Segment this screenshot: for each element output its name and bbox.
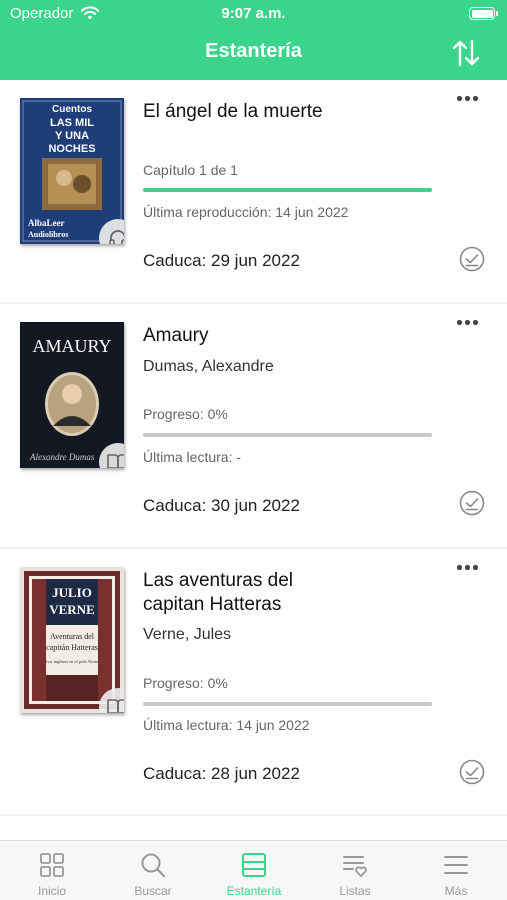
list-bottom [0,816,507,840]
expiry-label: Caduca: 30 jun 2022 [143,496,300,515]
menu-icon [444,856,468,874]
tab-label: Listas [339,884,371,898]
tab-buscar[interactable]: Buscar [103,841,203,900]
progress-bar [143,188,432,192]
cover-text: Audiolibros [28,230,68,239]
tab-label: Más [444,884,468,898]
cover-text: LAS MIL [50,117,94,129]
tab-bar: Inicio Buscar Estantería Listas Más [0,840,507,900]
book-author: Dumas, Alexandre [143,358,274,375]
book-card[interactable]: JULIO VERNE Aventuras del capitán Hatter… [0,549,507,814]
more-options-icon[interactable] [457,96,479,104]
tab-label: Estantería [226,884,282,898]
book-cover[interactable]: JULIO VERNE Aventuras del capitán Hatter… [20,567,124,713]
tab-inicio[interactable]: Inicio [2,841,102,900]
expiry-label: Caduca: 28 jun 2022 [143,764,300,783]
cover-text: NOCHES [48,143,95,155]
book-cover[interactable]: Cuentos LAS MIL Y UNA NOCHES AlbaLeer Au… [20,98,124,244]
book-card[interactable]: AMAURY Alexandre Dumas Amaury Dumas, Ale… [0,304,507,547]
sort-arrows-icon[interactable] [451,38,481,68]
tab-label: Buscar [134,884,172,898]
list-heart-icon [343,856,367,877]
more-options-icon[interactable] [457,320,479,328]
tab-mas[interactable]: Más [406,841,506,900]
cover-text: Y UNA [55,130,89,142]
search-icon [141,853,166,878]
progress-label: Progreso: 0% [143,406,228,422]
progress-bar [143,702,432,706]
page-title: Estantería [205,40,302,62]
book-cover[interactable]: AMAURY Alexandre Dumas [20,322,124,468]
book-title[interactable]: Las aventuras del capitan Hatteras [143,569,333,617]
battery-icon [469,7,498,20]
last-read-label: Última lectura: 14 jun 2022 [143,717,310,733]
cover-text: Alexandre Dumas [29,452,95,462]
book-title[interactable]: Amaury [143,324,443,348]
book-author: Verne, Jules [143,626,232,643]
progress-label: Capítulo 1 de 1 [143,162,238,178]
app-header: Operador 9:07 a.m. Estantería [0,0,507,80]
grid-icon [40,853,64,877]
tab-estanteria[interactable]: Estantería [204,841,304,900]
clock: 9:07 a.m. [221,5,286,22]
return-check-icon[interactable] [459,490,485,516]
return-check-icon[interactable] [459,759,485,785]
status-bar: Operador 9:07 a.m. [0,0,507,28]
progress-label: Progreso: 0% [143,675,228,691]
expiry-label: Caduca: 29 jun 2022 [143,251,300,270]
cover-text: VERNE [49,602,95,617]
last-played-label: Última reproducción: 14 jun 2022 [143,204,349,220]
cover-text: AMAURY [32,336,111,356]
cover-text: JULIO [52,585,92,600]
progress-bar [143,433,432,437]
book-card[interactable]: Cuentos LAS MIL Y UNA NOCHES AlbaLeer Au… [0,80,507,302]
cover-text: AlbaLeer [28,218,65,228]
cover-text: Los ingleses en el polo Norte [46,659,99,664]
cover-text: Aventuras del [50,632,95,641]
tab-label: Inicio [37,884,66,898]
book-title[interactable]: El ángel de la muerte [143,100,443,124]
return-check-icon[interactable] [459,246,485,272]
tab-listas[interactable]: Listas [305,841,405,900]
last-read-label: Última lectura: - [143,449,242,465]
more-options-icon[interactable] [457,565,479,573]
cover-text: Cuentos [52,104,92,115]
shelf-icon [242,853,266,877]
cover-text: capitán Hatteras [46,643,98,652]
